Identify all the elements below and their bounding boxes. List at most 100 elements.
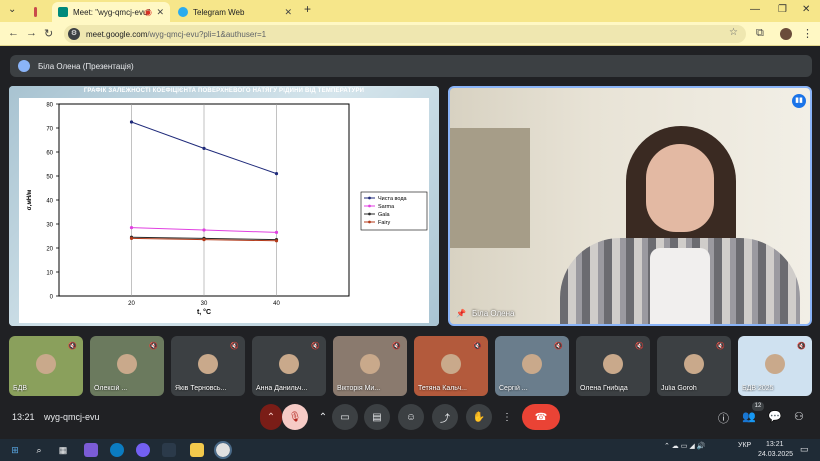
windows-start-icon[interactable]: ⊞ xyxy=(8,443,22,457)
slide-title: ГРАФІК ЗАЛЕЖНОСТІ КОЕФІЦІЄНТА ПОВЕРХНЕВО… xyxy=(83,88,365,94)
mic-muted-icon: 🔇 xyxy=(311,343,320,350)
presentation-slide[interactable]: ГРАФІК ЗАЛЕЖНОСТІ КОЕФІЦІЄНТА ПОВЕРХНЕВО… xyxy=(9,86,439,326)
legend-marker xyxy=(368,204,371,208)
restore-button[interactable]: ❐ xyxy=(778,4,787,15)
chat-icon[interactable]: 💬 xyxy=(768,410,782,423)
activities-icon[interactable]: ⚇ xyxy=(794,410,804,423)
browser-tab-strip: ⌄ Meet: "wyg-qmcj-evu" ◉ ✕ Telegram Web … xyxy=(0,0,820,22)
app-icon[interactable] xyxy=(162,443,176,457)
minimize-button[interactable]: — xyxy=(750,4,760,15)
legend-marker xyxy=(368,220,371,224)
y-tick-label: 10 xyxy=(46,271,53,277)
y-tick-label: 80 xyxy=(46,103,53,109)
participant-tile[interactable]: 🔇 Вікторія Ми... xyxy=(333,336,407,396)
language-indicator[interactable]: УКР xyxy=(738,442,751,449)
participant-tile[interactable]: 🔇 Тетяна Кальч... xyxy=(414,336,488,396)
participant-name: Julia Goroh xyxy=(661,385,697,392)
line-chart: 0 10 20 30 40 50 60 70 80 20 30 40 t, °C σ,мН/м Чиста … xyxy=(27,103,428,316)
extensions-icon[interactable]: ⧉ xyxy=(756,27,764,40)
close-window-button[interactable]: ✕ xyxy=(802,4,810,15)
speaker-name: Біла Олена xyxy=(472,309,515,318)
mic-muted-icon: 🔇 xyxy=(716,343,725,350)
camera-toggle-button[interactable]: ▭ xyxy=(332,404,358,430)
more-options-button[interactable]: ⋮ xyxy=(498,404,516,430)
mic-options-button[interactable]: ⌃ xyxy=(260,404,282,430)
clock-time[interactable]: 13:21 xyxy=(766,441,784,448)
emoji-button[interactable]: ☺ xyxy=(398,404,424,430)
bookmark-star-icon[interactable]: ☆ xyxy=(729,27,738,38)
y-tick-label: 60 xyxy=(46,151,53,157)
participant-tile[interactable]: 🔇 Яків Терновсь... xyxy=(171,336,245,396)
leave-call-button[interactable]: ☎ xyxy=(522,404,560,430)
pin-icon[interactable]: 📌 xyxy=(456,309,466,318)
legend-label: Чиста вода xyxy=(378,196,408,202)
tray-icons[interactable]: ⌃ ☁ ▭ ◢ 🔊 xyxy=(664,442,705,450)
data-point xyxy=(129,236,134,240)
speaker-video-tile[interactable]: ▮▮ 📌 Біла Олена xyxy=(448,86,812,326)
participant-tile[interactable]: 🔇 Анна Данильч... xyxy=(252,336,326,396)
legend-marker xyxy=(368,196,371,200)
participant-tile[interactable]: 🔇 Олена Гнибіда xyxy=(576,336,650,396)
participant-strip: 🔇 БДВ 🔇 Олексій ... 🔇 Яків Терновсь... 🔇 Анна Д… xyxy=(9,336,813,396)
edge-icon[interactable] xyxy=(110,443,124,457)
camera-options-button[interactable]: ⌃ xyxy=(314,404,332,430)
participant-tile[interactable]: 🔇 Сергій ... xyxy=(495,336,569,396)
legend-label: Sarma xyxy=(378,204,395,210)
clock-date[interactable]: 24.03.2025 xyxy=(758,451,793,458)
url-path: /wyg-qmcj-evu?pli=1&authuser=1 xyxy=(147,29,267,39)
raise-hand-button[interactable]: ✋ xyxy=(466,404,492,430)
app-yellow-icon[interactable] xyxy=(190,443,204,457)
mic-muted-icon: 🔇 xyxy=(392,343,401,350)
meeting-info-icon[interactable]: ⓘ xyxy=(718,410,729,426)
captions-button[interactable]: ▤ xyxy=(364,404,390,430)
task-view-icon[interactable]: ▦ xyxy=(56,443,70,457)
legend-label: Fairy xyxy=(378,220,390,226)
mic-muted-icon: 🔇 xyxy=(473,343,482,350)
viber-icon[interactable] xyxy=(136,443,150,457)
gmail-icon xyxy=(34,7,37,17)
forward-button[interactable]: → xyxy=(26,27,37,39)
y-tick-label: 20 xyxy=(46,247,53,253)
data-point xyxy=(274,172,279,176)
pinned-tab[interactable] xyxy=(28,2,48,22)
avatar xyxy=(684,354,704,374)
meeting-time: 13:21 xyxy=(12,412,35,422)
participant-tile[interactable]: 🔇 Julia Goroh xyxy=(657,336,731,396)
present-button[interactable]: ⤴ xyxy=(432,404,458,430)
legend-label: Gala xyxy=(378,212,391,218)
presentation-label: Біла Олена (Презентація) xyxy=(38,61,134,71)
tab-telegram[interactable]: Telegram Web ✕ xyxy=(172,2,298,22)
participant-tile[interactable]: 🔇 Олексій ... xyxy=(90,336,164,396)
search-icon[interactable]: ⌕ xyxy=(32,443,46,457)
data-point xyxy=(202,238,206,242)
mic-toggle-button[interactable]: 🎙 xyxy=(282,404,308,430)
tab-meet[interactable]: Meet: "wyg-qmcj-evu" ◉ ✕ xyxy=(52,2,170,22)
participant-name: Яків Терновсь... xyxy=(175,385,227,392)
notifications-icon[interactable]: ▭ xyxy=(800,444,809,455)
address-bar[interactable]: ⚙ meet.google.com/wyg-qmcj-evu?pli=1&aut… xyxy=(64,25,746,43)
avatar xyxy=(18,60,30,72)
new-tab-button[interactable]: + xyxy=(304,2,311,16)
site-info-icon[interactable]: ⚙ xyxy=(68,28,80,40)
participant-name: Сергій ... xyxy=(499,385,528,392)
close-tab-icon[interactable]: ✕ xyxy=(284,7,292,18)
copilot-icon[interactable] xyxy=(84,443,98,457)
chrome-icon[interactable] xyxy=(214,441,232,459)
y-tick-label: 70 xyxy=(46,127,53,133)
x-tick-label: 20 xyxy=(128,301,135,307)
participant-tile[interactable]: 🔇 БДВ 2025 xyxy=(738,336,812,396)
participant-tile[interactable]: 🔇 БДВ xyxy=(9,336,83,396)
recording-icon: ◉ xyxy=(144,6,152,17)
tab-list-icon[interactable]: ⌄ xyxy=(8,4,16,15)
meet-icon xyxy=(58,7,68,17)
menu-kebab-icon[interactable]: ⋮ xyxy=(802,27,813,40)
people-icon[interactable]: 👥 xyxy=(742,410,756,423)
back-button[interactable]: ← xyxy=(8,27,19,39)
close-tab-icon[interactable]: ✕ xyxy=(156,7,164,18)
toolbar: ← → ↻ ⚙ meet.google.com/wyg-qmcj-evu?pli… xyxy=(0,22,820,46)
video-background-shelf xyxy=(450,128,530,248)
y-tick-label: 40 xyxy=(46,199,53,205)
y-tick-label: 50 xyxy=(46,175,53,181)
profile-avatar[interactable] xyxy=(780,28,792,40)
reload-button[interactable]: ↻ xyxy=(44,27,53,40)
